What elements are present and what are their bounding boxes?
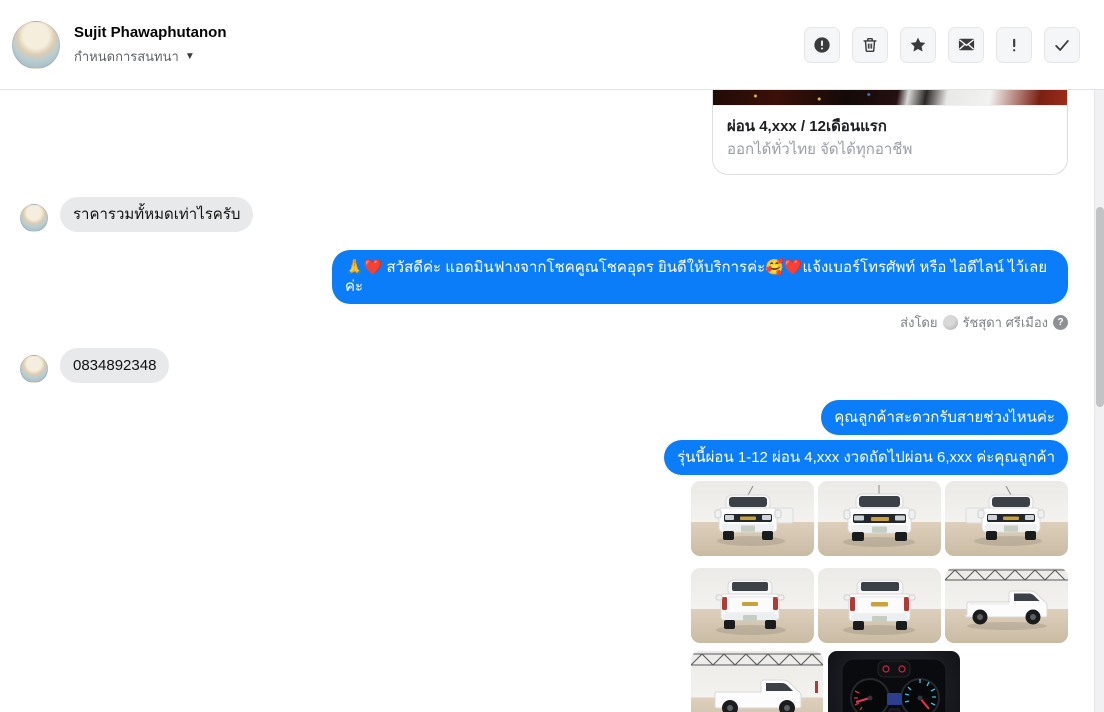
agent-avatar <box>942 315 958 330</box>
conversation-window: Sujit Phawaphutanon กำหนดการสนทนา ▼ ผ่อน… <box>0 0 1104 712</box>
star-icon <box>909 36 927 54</box>
schedule-label: กำหนดการสนทนา <box>74 48 179 64</box>
sent-by-row: ส่งโดย รัชสุดา ศรีเมือง ? <box>20 312 1068 333</box>
mark-done-button[interactable] <box>1044 26 1080 63</box>
conversation-header: Sujit Phawaphutanon กำหนดการสนทนา ▼ <box>0 0 1104 90</box>
admin-message-bubble: รุ่นนี้ผ่อน 1-12 ผ่อน 4,xxx งวดถัดไปผ่อน… <box>664 440 1068 475</box>
link-preview-card[interactable]: ผ่อน 4,xxx / 12เดือนแรก ออกได้ทั่วไทย จั… <box>712 90 1068 175</box>
car-photo-dashboard[interactable] <box>828 651 960 712</box>
message-row: 🙏❤️ สวัสดีค่ะ แอดมินฟางจากโชคคูณโชคอุดร … <box>20 250 1068 304</box>
scrollbar-thumb[interactable] <box>1096 207 1104 407</box>
car-photo-side-showroom[interactable] <box>945 568 1068 643</box>
message-row: คุณลูกค้าสะดวกรับสายช่วงไหนค่ะ <box>20 400 1068 435</box>
customer-avatar[interactable] <box>20 355 48 383</box>
link-preview-image <box>713 90 1067 106</box>
conversation-schedule-dropdown[interactable]: กำหนดการสนทนา ▼ <box>74 46 195 67</box>
message-row: 0834892348 <box>20 348 1068 383</box>
admin-message-bubble: คุณลูกค้าสะดวกรับสายช่วงไหนค่ะ <box>821 400 1068 435</box>
trash-icon <box>861 36 879 54</box>
car-photo-front-left[interactable] <box>691 481 814 556</box>
envelope-cross-icon <box>957 35 976 54</box>
alert-circle-icon <box>813 36 831 54</box>
message-row: รุ่นนี้ผ่อน 1-12 ผ่อน 4,xxx งวดถัดไปผ่อน… <box>20 440 1068 475</box>
customer-message-bubble: ราคารวมทั้หมดเท่าไรครับ <box>60 197 254 232</box>
link-preview-title: ผ่อน 4,xxx / 12เดือนแรก <box>727 118 887 135</box>
car-photo-rear[interactable] <box>818 568 941 643</box>
report-button[interactable] <box>804 26 840 63</box>
delete-button[interactable] <box>852 26 888 63</box>
exclamation-icon <box>1005 36 1023 54</box>
sent-by-label: ส่งโดย <box>900 315 938 330</box>
help-icon[interactable]: ? <box>1053 315 1068 330</box>
conversation-actions <box>804 26 1080 63</box>
contact-avatar[interactable] <box>12 20 60 69</box>
admin-message-bubble: 🙏❤️ สวัสดีค่ะ แอดมินฟางจากโชคคูณโชคอุดร … <box>332 250 1068 304</box>
mark-unread-button[interactable] <box>948 26 984 63</box>
customer-avatar[interactable] <box>20 204 48 232</box>
photo-attachment-grid <box>691 481 1068 712</box>
car-photo-front-right[interactable] <box>945 481 1068 556</box>
chevron-down-icon: ▼ <box>184 50 195 62</box>
star-button[interactable] <box>900 26 936 63</box>
car-photo-front[interactable] <box>818 481 941 556</box>
car-photo-rear-left[interactable] <box>691 568 814 643</box>
check-icon <box>1053 36 1071 54</box>
link-preview-subtitle: ออกได้ทั่วไทย จัดได้ทุกอาชีพ <box>727 141 913 158</box>
car-photo-side-showroom-cut[interactable] <box>691 651 823 712</box>
mark-important-button[interactable] <box>996 26 1032 63</box>
customer-message-bubble: 0834892348 <box>60 348 170 383</box>
message-row: ราคารวมทั้หมดเท่าไรครับ <box>20 197 1068 232</box>
message-thread: ผ่อน 4,xxx / 12เดือนแรก ออกได้ทั่วไทย จั… <box>0 90 1104 712</box>
contact-name: Sujit Phawaphutanon <box>74 23 227 41</box>
scrollbar[interactable] <box>1094 90 1104 712</box>
agent-name: รัชสุดา ศรีเมือง <box>962 315 1049 330</box>
